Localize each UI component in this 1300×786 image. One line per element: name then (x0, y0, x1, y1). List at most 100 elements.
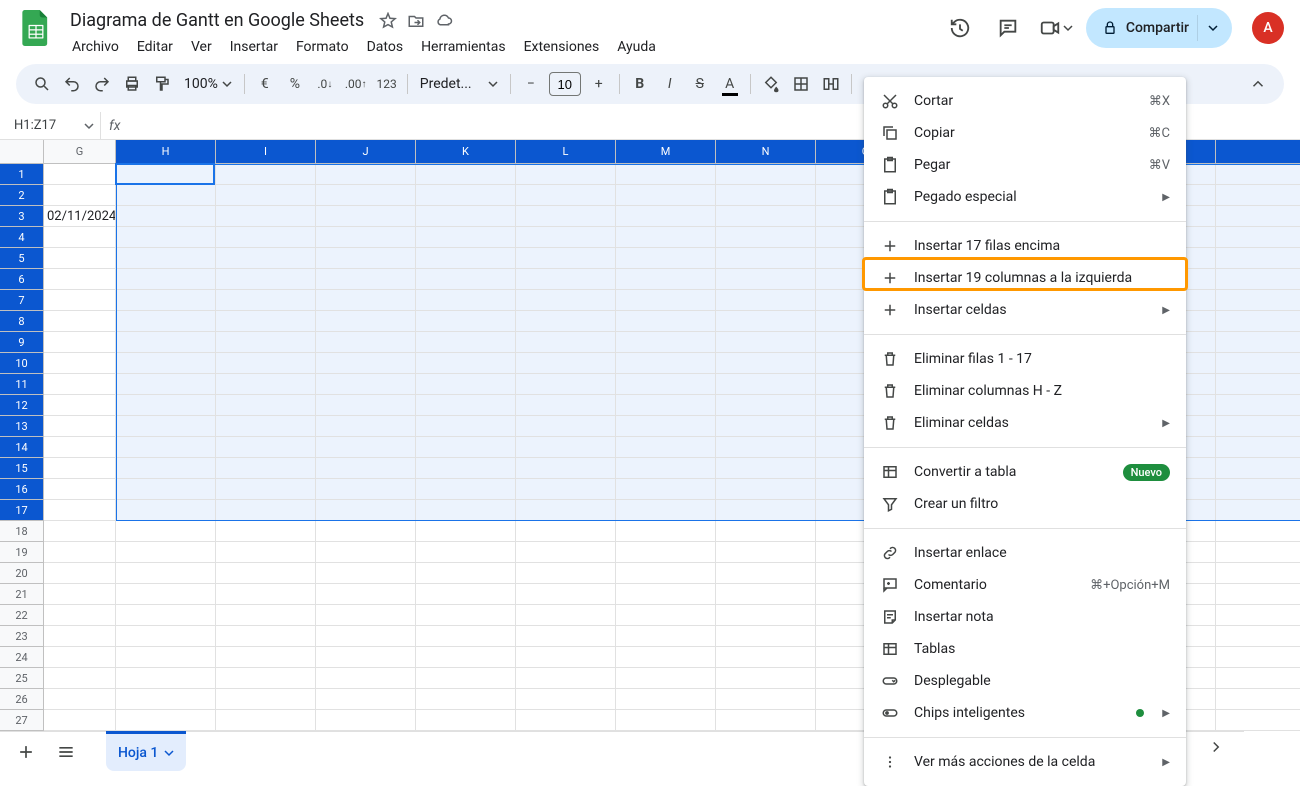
cell[interactable] (716, 269, 816, 290)
cell[interactable] (316, 584, 416, 605)
ctx-insert-link[interactable]: Insertar enlace (864, 537, 1186, 569)
ctx-paste[interactable]: Pegar⌘V (864, 149, 1186, 181)
print-icon[interactable] (118, 70, 146, 98)
cell[interactable] (516, 437, 616, 458)
col-header[interactable]: M (616, 140, 716, 163)
cell[interactable] (516, 290, 616, 311)
row-header[interactable]: 12 (0, 395, 44, 416)
ctx-comment[interactable]: Comentario⌘+Opción+M (864, 569, 1186, 601)
cell[interactable] (416, 584, 516, 605)
decrease-font-icon[interactable]: − (517, 70, 545, 98)
cell[interactable] (216, 710, 316, 731)
cell[interactable] (1216, 185, 1300, 206)
cell[interactable] (716, 395, 816, 416)
ctx-insert-rows[interactable]: Insertar 17 filas encima (864, 230, 1186, 262)
cell[interactable] (1216, 416, 1300, 437)
sheet-tab[interactable]: Hoja 1 (106, 731, 186, 771)
cell[interactable] (316, 458, 416, 479)
cell[interactable] (44, 164, 116, 185)
history-icon[interactable] (942, 10, 978, 46)
cell[interactable] (116, 311, 216, 332)
cell[interactable] (316, 248, 416, 269)
row-header[interactable]: 27 (0, 710, 44, 731)
cell[interactable] (216, 416, 316, 437)
menu-ver[interactable]: Ver (183, 35, 220, 59)
cell[interactable] (44, 584, 116, 605)
row-header[interactable]: 15 (0, 458, 44, 479)
row-header[interactable]: 3 (0, 206, 44, 227)
cell[interactable] (44, 458, 116, 479)
cell[interactable] (416, 689, 516, 710)
cell[interactable] (116, 206, 216, 227)
cell[interactable] (416, 374, 516, 395)
cell[interactable] (416, 185, 516, 206)
cell[interactable] (416, 227, 516, 248)
ctx-more-actions[interactable]: Ver más acciones de la celda▶ (864, 746, 1186, 778)
cell[interactable] (516, 626, 616, 647)
cell[interactable] (416, 248, 516, 269)
ctx-insert-cells[interactable]: Insertar celdas▶ (864, 294, 1186, 326)
cell[interactable] (216, 227, 316, 248)
cell[interactable] (516, 416, 616, 437)
cell[interactable] (516, 332, 616, 353)
cell[interactable] (44, 521, 116, 542)
share-dropdown[interactable] (1197, 15, 1228, 41)
cell[interactable] (316, 185, 416, 206)
col-header[interactable]: K (416, 140, 516, 163)
cell[interactable] (216, 206, 316, 227)
cell[interactable] (116, 521, 216, 542)
ctx-copy[interactable]: Copiar⌘C (864, 117, 1186, 149)
cell[interactable] (716, 185, 816, 206)
cell[interactable] (1216, 353, 1300, 374)
cell[interactable] (44, 647, 116, 668)
cell[interactable] (716, 164, 816, 185)
row-header[interactable]: 13 (0, 416, 44, 437)
cell[interactable] (416, 647, 516, 668)
ctx-cut[interactable]: Cortar⌘X (864, 85, 1186, 117)
cell[interactable] (1216, 290, 1300, 311)
cell[interactable] (44, 395, 116, 416)
cell[interactable] (616, 710, 716, 731)
row-header[interactable]: 7 (0, 290, 44, 311)
cloud-icon[interactable] (434, 11, 454, 31)
cell[interactable] (316, 332, 416, 353)
cell[interactable] (44, 332, 116, 353)
cell[interactable] (616, 395, 716, 416)
cell[interactable] (316, 437, 416, 458)
cell[interactable] (416, 563, 516, 584)
cell[interactable] (616, 563, 716, 584)
cell[interactable] (1216, 269, 1300, 290)
cell[interactable] (216, 269, 316, 290)
cell[interactable] (316, 395, 416, 416)
cell[interactable] (1216, 605, 1300, 626)
cell[interactable] (44, 437, 116, 458)
cell[interactable] (1216, 374, 1300, 395)
cell[interactable] (116, 269, 216, 290)
cell[interactable] (416, 416, 516, 437)
cell[interactable] (1216, 248, 1300, 269)
cell[interactable] (116, 563, 216, 584)
cell[interactable] (716, 437, 816, 458)
cell[interactable] (716, 353, 816, 374)
col-header[interactable] (1216, 140, 1300, 163)
cell[interactable] (316, 668, 416, 689)
paint-format-icon[interactable] (148, 70, 176, 98)
cell[interactable] (516, 500, 616, 521)
cell[interactable] (116, 227, 216, 248)
collapse-toolbar-icon[interactable] (1244, 70, 1272, 98)
menu-insertar[interactable]: Insertar (222, 35, 286, 59)
ctx-dropdown[interactable]: Desplegable (864, 665, 1186, 697)
cell[interactable] (416, 668, 516, 689)
cell[interactable] (1216, 668, 1300, 689)
cell[interactable] (716, 500, 816, 521)
decrease-decimal-icon[interactable]: .0↓ (311, 70, 339, 98)
ctx-smart-chips[interactable]: Chips inteligentes▶ (864, 697, 1186, 729)
cell[interactable] (216, 584, 316, 605)
ctx-paste-special[interactable]: Pegado especial▶ (864, 181, 1186, 213)
cell[interactable] (616, 605, 716, 626)
cell[interactable] (416, 626, 516, 647)
cell[interactable] (216, 353, 316, 374)
cell[interactable] (416, 479, 516, 500)
cell[interactable] (1216, 206, 1300, 227)
cell[interactable] (44, 710, 116, 731)
